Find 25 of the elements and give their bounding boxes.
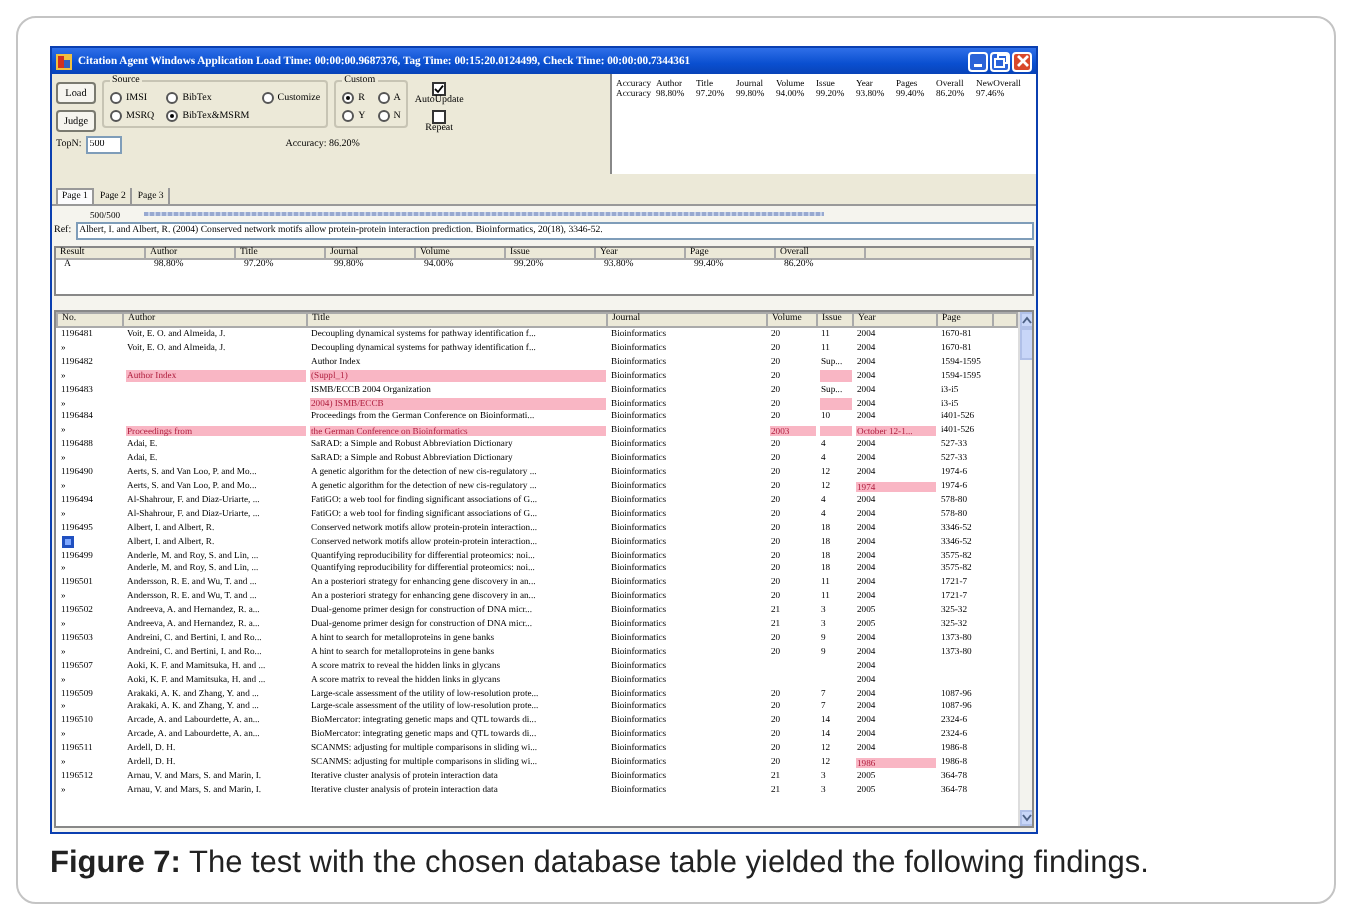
close-button[interactable] — [1012, 51, 1032, 71]
radio-button[interactable] — [261, 92, 274, 104]
radio-button[interactable] — [166, 92, 179, 104]
chevron-down-icon — [1022, 814, 1032, 822]
radio-button[interactable] — [166, 110, 179, 122]
restore-button[interactable] — [990, 51, 1010, 71]
radio-button[interactable] — [377, 92, 390, 104]
close-icon — [1015, 54, 1029, 68]
radio-button[interactable] — [377, 110, 390, 122]
scrollbar[interactable] — [1018, 312, 1032, 826]
radio-button[interactable] — [342, 110, 355, 122]
figure-caption: Figure 7: The test with the chosen database table yielded the following findings. — [50, 846, 1151, 882]
app-icon — [56, 53, 72, 69]
scroll-up-button[interactable] — [1020, 312, 1032, 328]
radio-button[interactable] — [110, 110, 122, 122]
restore-icon — [993, 54, 1007, 68]
check-icon — [434, 84, 445, 94]
scroll-thumb[interactable] — [1020, 328, 1032, 360]
radio-button[interactable] — [110, 92, 122, 104]
radio-button[interactable] — [342, 92, 355, 104]
minimize-button[interactable] — [968, 51, 988, 71]
scroll-down-button[interactable] — [1020, 810, 1032, 826]
checkbox[interactable] — [432, 110, 447, 124]
checkbox[interactable] — [432, 82, 447, 96]
chevron-up-icon — [1022, 316, 1032, 324]
